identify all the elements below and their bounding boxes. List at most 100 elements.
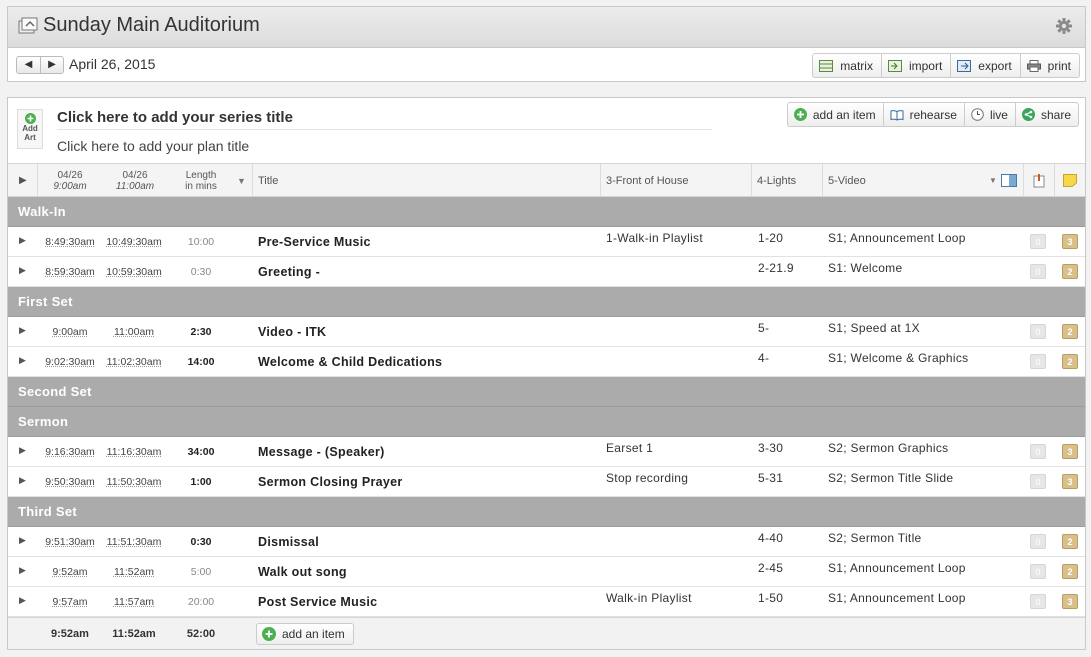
attachment-count-badge[interactable]: 0	[1030, 234, 1046, 249]
item-length[interactable]: 20:00	[176, 587, 226, 617]
column-foh[interactable]: 3-Front of House	[606, 164, 689, 197]
attachment-count-badge[interactable]: 0	[1030, 264, 1046, 279]
item-title[interactable]: Pre-Service Music	[258, 227, 371, 257]
start-time-1[interactable]: 9:00am	[40, 317, 100, 347]
item-lights[interactable]: 1-50	[758, 583, 783, 613]
table-row[interactable]: ▶ 8:49:30am 10:49:30am 10:00 Pre-Service Mus…	[8, 227, 1085, 257]
notes-count-badge[interactable]: 3	[1062, 234, 1078, 249]
notes-count-badge[interactable]: 3	[1062, 594, 1078, 609]
section-header[interactable]: Third Set	[8, 497, 1085, 527]
item-video[interactable]: S2; Sermon Graphics	[828, 433, 948, 463]
item-length[interactable]: 0:30	[176, 527, 226, 557]
plan-title[interactable]: Click here to add your plan title	[57, 138, 249, 154]
share-button[interactable]: share	[1014, 103, 1078, 126]
play-icon[interactable]: ▶	[19, 525, 26, 555]
item-title[interactable]: Dismissal	[258, 527, 319, 557]
play-icon[interactable]: ▶	[19, 585, 26, 615]
play-icon[interactable]: ▶	[19, 435, 26, 465]
item-lights[interactable]: 5-	[758, 313, 769, 343]
notes-count-badge[interactable]: 3	[1062, 474, 1078, 489]
attachment-count-badge[interactable]: 0	[1030, 324, 1046, 339]
column-lights[interactable]: 4-Lights	[757, 164, 796, 197]
item-lights[interactable]: 2-45	[758, 553, 783, 583]
column-time-2[interactable]: 04/26 11:00am	[108, 164, 162, 197]
play-icon[interactable]: ▶	[19, 225, 26, 255]
item-title[interactable]: Greeting -	[258, 257, 320, 287]
item-title[interactable]: Message - (Speaker)	[258, 437, 385, 467]
item-video[interactable]: S1; Announcement Loop	[828, 223, 966, 253]
start-time-1[interactable]: 8:49:30am	[40, 227, 100, 257]
start-time-1[interactable]: 9:51:30am	[40, 527, 100, 557]
import-button[interactable]: import	[880, 54, 950, 77]
start-time-2[interactable]: 11:50:30am	[104, 467, 164, 497]
length-dropdown-icon[interactable]: ▼	[237, 164, 246, 197]
item-lights[interactable]: 4-40	[758, 523, 783, 553]
item-video[interactable]: S1; Welcome & Graphics	[828, 343, 968, 373]
item-video[interactable]: S1; Announcement Loop	[828, 553, 966, 583]
start-time-1[interactable]: 9:57am	[40, 587, 100, 617]
video-dropdown-icon[interactable]: ▼	[989, 164, 997, 197]
item-length[interactable]: 0:30	[176, 257, 226, 287]
export-button[interactable]: export	[950, 54, 1019, 77]
item-video[interactable]: S2; Sermon Title	[828, 523, 922, 553]
play-icon[interactable]: ▶	[19, 465, 26, 495]
section-header[interactable]: Second Set	[8, 377, 1085, 407]
attachment-count-badge[interactable]: 0	[1030, 564, 1046, 579]
column-time-1[interactable]: 04/26 9:00am	[46, 164, 94, 197]
item-length[interactable]: 14:00	[176, 347, 226, 377]
gear-icon[interactable]	[1055, 17, 1073, 35]
attachment-count-badge[interactable]: 0	[1030, 534, 1046, 549]
attachment-count-badge[interactable]: 0	[1030, 354, 1046, 369]
start-time-2[interactable]: 11:51:30am	[104, 527, 164, 557]
item-foh[interactable]: Earset 1	[606, 433, 653, 463]
start-time-1[interactable]: 9:52am	[40, 557, 100, 587]
item-title[interactable]: Post Service Music	[258, 587, 377, 617]
item-title[interactable]: Welcome & Child Dedications	[258, 347, 442, 377]
table-row[interactable]: ▶ 8:59:30am 10:59:30am 0:30 Greeting -2-21.9…	[8, 257, 1085, 287]
prev-date-button[interactable]: ◀	[17, 57, 40, 73]
notes-count-badge[interactable]: 2	[1062, 534, 1078, 549]
matrix-button[interactable]: matrix	[813, 54, 881, 77]
item-foh[interactable]: 1-Walk-in Playlist	[606, 223, 703, 253]
live-button[interactable]: live	[963, 103, 1015, 126]
start-time-2[interactable]: 11:52am	[104, 557, 164, 587]
item-video[interactable]: S2; Sermon Title Slide	[828, 463, 953, 493]
attachment-count-badge[interactable]: 0	[1030, 444, 1046, 459]
item-lights[interactable]: 3-30	[758, 433, 783, 463]
item-lights[interactable]: 2-21.9	[758, 253, 794, 283]
attachment-count-badge[interactable]: 0	[1030, 594, 1046, 609]
start-time-2[interactable]: 10:59:30am	[104, 257, 164, 287]
item-video[interactable]: S1; Speed at 1X	[828, 313, 920, 343]
column-length[interactable]: Length in mins	[178, 164, 224, 197]
column-title[interactable]: Title	[258, 164, 278, 197]
play-icon[interactable]: ▶	[19, 555, 26, 585]
notes-count-badge[interactable]: 2	[1062, 354, 1078, 369]
start-time-2[interactable]: 11:02:30am	[104, 347, 164, 377]
column-video[interactable]: 5-Video	[828, 164, 866, 197]
play-all-icon[interactable]: ▶	[19, 164, 27, 197]
table-row[interactable]: ▶ 9:02:30am 11:02:30am 14:00 Welcome & Child…	[8, 347, 1085, 377]
item-length[interactable]: 34:00	[176, 437, 226, 467]
play-icon[interactable]: ▶	[19, 315, 26, 345]
section-header[interactable]: First Set	[8, 287, 1085, 317]
play-icon[interactable]: ▶	[19, 255, 26, 285]
item-lights[interactable]: 1-20	[758, 223, 783, 253]
start-time-1[interactable]: 9:50:30am	[40, 467, 100, 497]
start-time-2[interactable]: 11:00am	[104, 317, 164, 347]
table-row[interactable]: ▶ 9:57am 11:57am 20:00 Post Service Music Wal…	[8, 587, 1085, 617]
item-length[interactable]: 5:00	[176, 557, 226, 587]
item-lights[interactable]: 5-31	[758, 463, 783, 493]
rehearse-button[interactable]: rehearse	[882, 103, 964, 126]
notes-count-badge[interactable]: 2	[1062, 324, 1078, 339]
columns-icon[interactable]	[1001, 174, 1017, 187]
item-title[interactable]: Video - ITK	[258, 317, 326, 347]
table-row[interactable]: ▶ 9:50:30am 11:50:30am 1:00 Sermon Closing P…	[8, 467, 1085, 497]
item-title[interactable]: Walk out song	[258, 557, 347, 587]
add-item-footer-button[interactable]: add an item	[256, 623, 354, 645]
start-time-2[interactable]: 11:16:30am	[104, 437, 164, 467]
notes-count-badge[interactable]: 3	[1062, 444, 1078, 459]
print-button[interactable]: print	[1019, 54, 1079, 77]
play-icon[interactable]: ▶	[19, 345, 26, 375]
item-video[interactable]: S1: Welcome	[828, 253, 902, 283]
add-art-button[interactable]: Add Art	[17, 109, 43, 149]
